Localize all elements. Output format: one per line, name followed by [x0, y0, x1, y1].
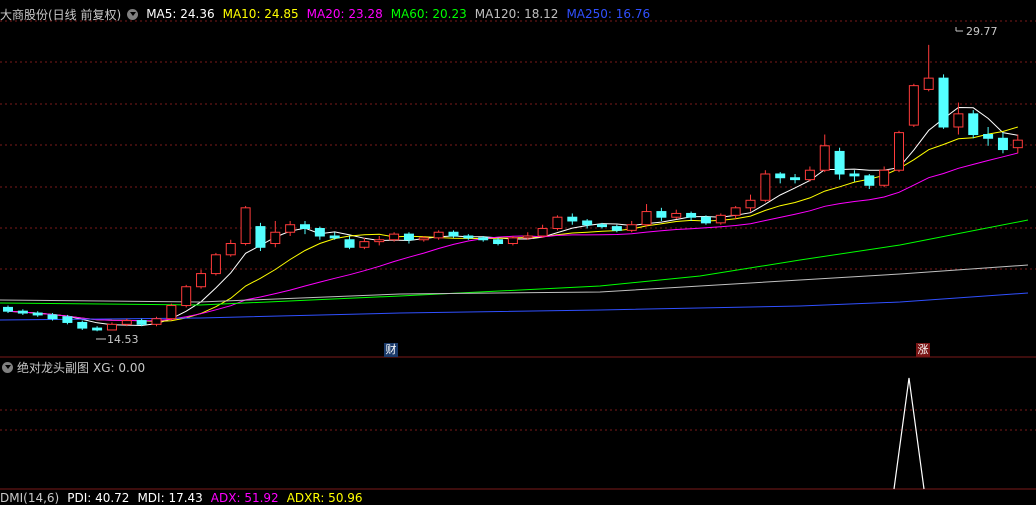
adx-label: ADX: 51.92 — [210, 491, 279, 505]
ma20-label: MA20: 23.28 — [306, 7, 383, 21]
high-price-label: 29.77 — [966, 25, 998, 38]
chevron-down-icon[interactable] — [127, 8, 139, 20]
candle — [225, 239, 236, 257]
candle — [166, 303, 177, 321]
xg-value: XG: 0.00 — [93, 360, 146, 375]
candle — [641, 204, 652, 227]
candle — [790, 173, 801, 184]
candle — [151, 316, 162, 327]
candle — [255, 222, 266, 252]
pdi-label: PDI: 40.72 — [67, 491, 130, 505]
candle — [285, 220, 296, 236]
candle — [448, 230, 459, 238]
candle — [552, 215, 563, 231]
candle — [196, 269, 207, 289]
candle — [210, 252, 221, 276]
candle — [344, 236, 355, 250]
candle — [240, 205, 251, 246]
candle — [567, 213, 578, 225]
candle — [3, 305, 13, 314]
kline-chart[interactable]: 29.77 14.53 — [0, 0, 1036, 499]
rise-marker[interactable]: 涨 — [916, 343, 930, 357]
candle — [760, 170, 771, 203]
candle — [17, 309, 28, 315]
candle — [374, 236, 385, 246]
xg-signal-line — [893, 377, 925, 490]
candle — [62, 314, 73, 325]
candle — [700, 215, 711, 225]
candle — [775, 172, 786, 184]
candle — [1012, 134, 1023, 154]
low-price-label: 14.53 — [107, 333, 139, 346]
candle — [433, 230, 444, 240]
stock-title: 大商股份(日线 前复权) — [0, 7, 122, 22]
candle — [983, 127, 994, 146]
mdi-label: MDI: 17.43 — [137, 491, 203, 505]
candle — [819, 134, 830, 173]
candle — [582, 219, 593, 229]
candle — [507, 236, 518, 246]
candle — [686, 211, 697, 221]
chevron-down-icon[interactable] — [2, 362, 13, 373]
candle — [493, 237, 504, 246]
candle — [403, 232, 414, 244]
price-grid — [0, 20, 1036, 431]
candle — [997, 132, 1008, 154]
candle — [923, 44, 934, 92]
candle — [359, 237, 370, 250]
candle — [894, 130, 904, 173]
candle — [314, 226, 325, 240]
candle — [389, 232, 400, 242]
adxr-label: ADXR: 50.96 — [286, 491, 363, 505]
candle — [730, 205, 741, 220]
candle — [92, 326, 103, 332]
candle — [745, 194, 756, 212]
candle — [537, 224, 548, 238]
candle — [908, 83, 919, 127]
candle — [834, 147, 845, 180]
candle — [106, 322, 117, 331]
ma10-label: MA10: 24.85 — [222, 7, 299, 21]
main-legend: 大商股份(日线 前复权) MA5: 24.36 MA10: 24.85 MA20… — [0, 6, 658, 22]
sub-panel-title: 绝对龙头副图 — [17, 361, 90, 375]
dmi-legend: DMI(14,6) PDI: 40.72 MDI: 17.43 ADX: 51.… — [0, 491, 371, 505]
candle — [849, 170, 860, 182]
candle — [329, 232, 340, 240]
candle — [804, 166, 815, 182]
ma250-line — [0, 292, 1029, 321]
finance-marker[interactable]: 财 — [384, 343, 398, 357]
ma10-line — [7, 126, 1018, 323]
ma60-label: MA60: 20.23 — [390, 7, 467, 21]
ma120-label: MA120: 18.12 — [474, 7, 559, 21]
candle — [300, 220, 310, 235]
candle — [181, 284, 192, 308]
candle — [968, 110, 979, 139]
ma120-line — [0, 264, 1029, 303]
moving-average-lines — [0, 106, 1029, 327]
xg-signal-plot[interactable] — [893, 377, 925, 490]
candle — [715, 213, 726, 225]
candlesticks[interactable] — [3, 44, 1023, 332]
candle — [626, 220, 637, 233]
candle — [77, 320, 88, 330]
sub-legend: 绝对龙头副图 XG: 0.00 — [0, 359, 145, 376]
candle — [671, 209, 682, 220]
candle — [938, 74, 949, 129]
candle — [270, 220, 281, 248]
candle — [656, 207, 667, 221]
ma5-label: MA5: 24.36 — [146, 7, 215, 21]
ma250-label: MA250: 16.76 — [566, 7, 651, 21]
ma60-line — [0, 219, 1029, 306]
candle — [32, 311, 43, 317]
dmi-title: DMI(14,6) — [0, 491, 60, 505]
